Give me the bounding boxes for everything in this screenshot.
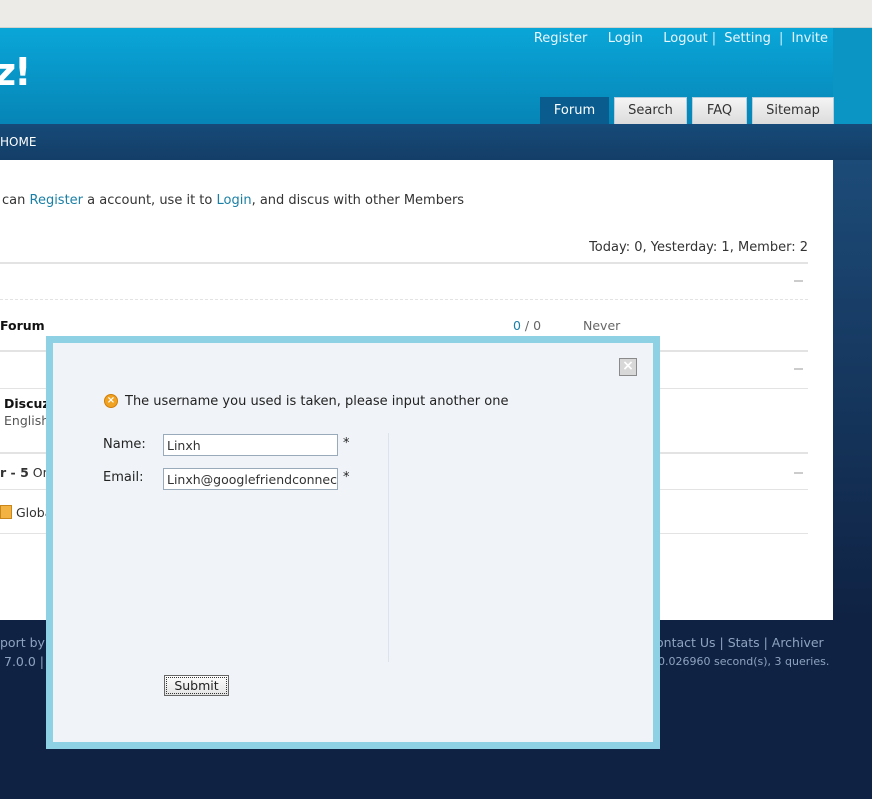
- footer-timing: 0.026960 second(s), 3 queries.: [658, 655, 830, 668]
- submit-button[interactable]: Submit: [164, 675, 229, 696]
- online-heading: r - 5 On: [0, 465, 51, 480]
- site-stats: Today: 0, Yesterday: 1, Member: 2: [589, 240, 808, 255]
- top-links: Register Login Logout | Setting | Invite: [533, 31, 828, 46]
- error-icon: ×: [104, 394, 118, 408]
- forum-topics-posts: 0 / 0: [513, 318, 542, 333]
- page-side-gradient: [833, 160, 872, 620]
- tab-sitemap[interactable]: Sitemap: [752, 97, 834, 124]
- register-link[interactable]: Register: [534, 31, 588, 46]
- collapse-icon[interactable]: [794, 472, 803, 474]
- topics-count[interactable]: 0: [513, 318, 521, 333]
- collapse-icon[interactable]: [794, 280, 803, 282]
- forum-title[interactable]: Forum: [0, 318, 45, 333]
- last-post: Never: [583, 318, 621, 333]
- email-label: Email:: [103, 470, 144, 485]
- welcome-login-link[interactable]: Login: [216, 193, 251, 208]
- footer-links[interactable]: ontact Us | Stats | Archiver: [656, 635, 824, 650]
- welcome-register-link[interactable]: Register: [30, 193, 84, 208]
- invite-link[interactable]: Invite: [792, 31, 828, 46]
- email-required-mark: *: [343, 470, 350, 485]
- tab-forum[interactable]: Forum: [540, 97, 609, 124]
- breadcrumb-home[interactable]: HOME: [0, 135, 36, 149]
- setting-link[interactable]: Setting: [724, 31, 771, 46]
- name-field[interactable]: Linxh: [163, 434, 338, 456]
- partial-forum-desc: English: [4, 413, 50, 428]
- header-edge: [833, 28, 872, 124]
- welcome-message: can Register a account, use it to Login,…: [2, 193, 465, 208]
- tab-search[interactable]: Search: [614, 97, 687, 124]
- logout-link[interactable]: Logout: [663, 31, 708, 46]
- section-divider: [0, 262, 808, 264]
- tab-faq[interactable]: FAQ: [692, 97, 747, 124]
- email-field[interactable]: Linxh@googlefriendconnect: [163, 468, 338, 490]
- login-link[interactable]: Login: [608, 31, 643, 46]
- partial-forum-name[interactable]: Discuz: [4, 396, 50, 411]
- site-logo[interactable]: z!: [0, 50, 31, 94]
- name-required-mark: *: [343, 436, 350, 451]
- close-icon[interactable]: ×: [619, 358, 637, 376]
- name-label: Name:: [103, 437, 146, 452]
- collapse-icon[interactable]: [794, 368, 803, 370]
- browser-toolbar-strip: [0, 0, 872, 28]
- error-message: The username you used is taken, please i…: [125, 394, 509, 409]
- nav-bar: HOME: [0, 124, 872, 160]
- row-divider: [0, 299, 808, 300]
- user-group-icon: [0, 505, 12, 519]
- posts-count: 0: [533, 318, 542, 333]
- dialog-divider: [388, 433, 389, 662]
- footer-version: 7.0.0 |: [4, 654, 44, 669]
